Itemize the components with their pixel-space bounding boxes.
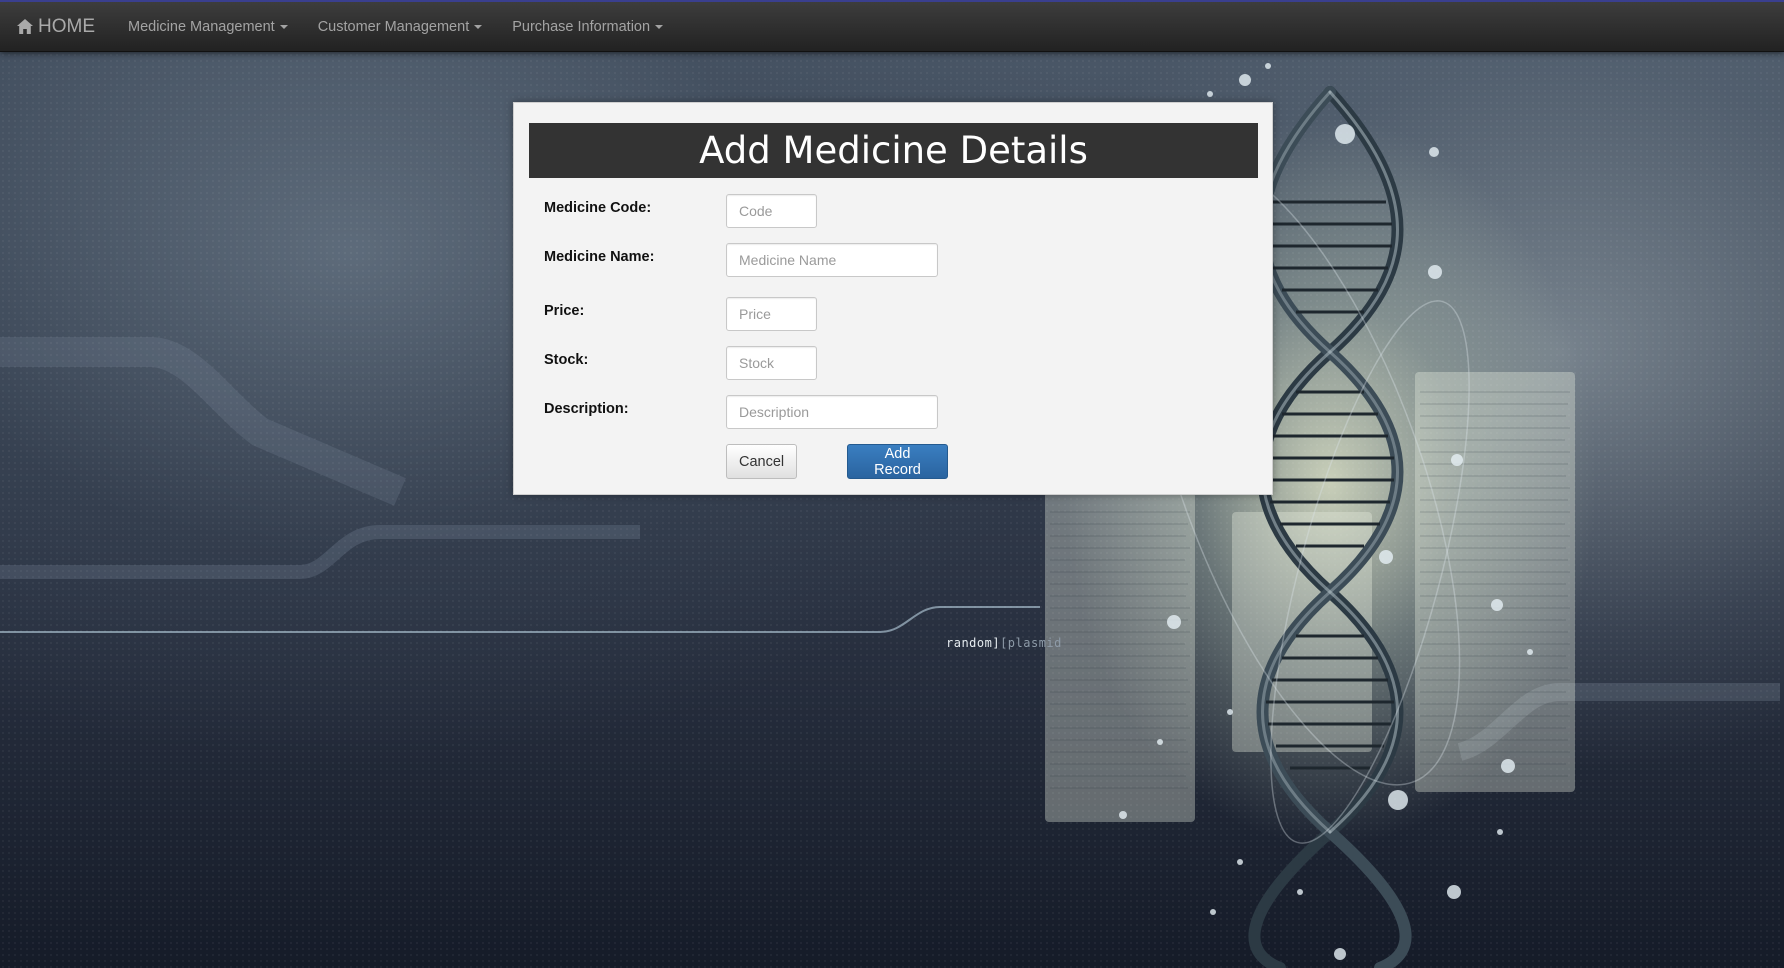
- home-label: HOME: [38, 15, 95, 37]
- caret-down-icon: [655, 24, 664, 29]
- nav-medicine-management[interactable]: Medicine Management: [113, 2, 303, 51]
- caret-down-icon: [279, 24, 288, 29]
- medicine-code-label: Medicine Code:: [544, 200, 652, 216]
- home-icon: [17, 19, 33, 34]
- medicine-name-input[interactable]: [726, 243, 938, 277]
- medicine-name-label: Medicine Name:: [544, 249, 655, 265]
- nav-customer-management[interactable]: Customer Management: [303, 2, 498, 51]
- add-medicine-form: Add Medicine Details Medicine Code: Medi…: [513, 102, 1273, 495]
- background-watermark: random][plasmid: [946, 636, 1062, 650]
- description-label: Description:: [544, 401, 629, 417]
- description-input[interactable]: [726, 395, 938, 429]
- caret-down-icon: [474, 24, 483, 29]
- form-title: Add Medicine Details: [529, 123, 1258, 178]
- add-record-button[interactable]: Add Record: [847, 444, 948, 479]
- nav-item-label: Medicine Management: [128, 18, 275, 35]
- nav-item-label: Customer Management: [317, 18, 470, 35]
- stock-input[interactable]: [726, 346, 817, 380]
- price-label: Price:: [544, 303, 585, 319]
- nav-item-label: Purchase Information: [512, 18, 651, 35]
- nav-purchase-information[interactable]: Purchase Information: [497, 2, 678, 51]
- watermark-main: random]: [946, 636, 1001, 650]
- watermark-dim: [plasmid: [1000, 636, 1062, 650]
- cancel-button[interactable]: Cancel: [726, 444, 797, 479]
- home-link[interactable]: HOME: [0, 2, 113, 51]
- top-navbar: HOME Medicine Management Customer Manage…: [0, 0, 1784, 52]
- medicine-code-input[interactable]: [726, 194, 817, 228]
- stock-label: Stock:: [544, 352, 589, 368]
- price-input[interactable]: [726, 297, 817, 331]
